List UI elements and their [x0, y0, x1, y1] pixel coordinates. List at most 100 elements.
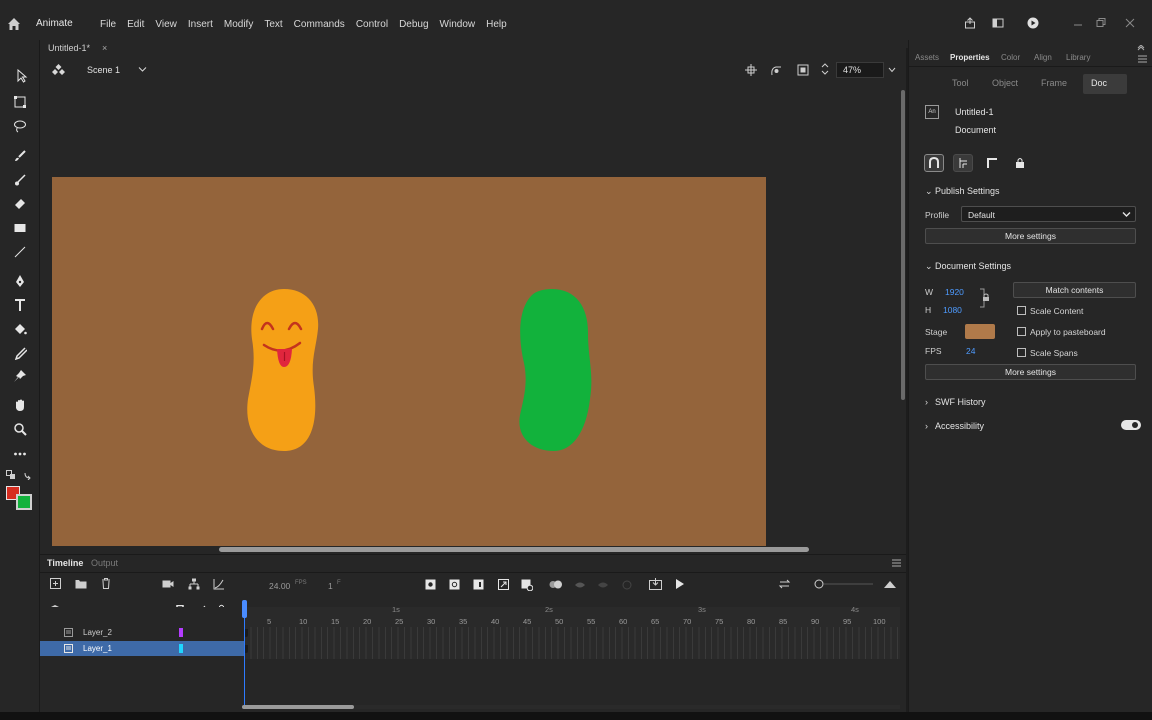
- subtab-tool[interactable]: Tool: [952, 78, 969, 88]
- snap-to-grid-icon[interactable]: [982, 154, 1002, 172]
- paint-bucket-icon[interactable]: [12, 321, 28, 337]
- tab-color[interactable]: Color: [1001, 53, 1020, 62]
- auto-keyframe-icon[interactable]: [498, 579, 509, 590]
- stage-color-swatch[interactable]: [965, 324, 995, 339]
- brush-icon[interactable]: [12, 172, 28, 188]
- panel-menu-icon[interactable]: [1138, 55, 1147, 63]
- collapse-panel-icon[interactable]: [1137, 45, 1145, 51]
- swap-colors-icon[interactable]: [23, 470, 33, 480]
- share-icon[interactable]: [964, 17, 976, 29]
- default-colors-icon[interactable]: [6, 470, 16, 480]
- document-settings-header[interactable]: ⌄ Document Settings: [925, 261, 1011, 272]
- center-frame-icon[interactable]: [778, 578, 791, 590]
- close-tab-icon[interactable]: ×: [102, 43, 107, 53]
- subtab-object[interactable]: Object: [992, 78, 1018, 88]
- menu-file[interactable]: File: [100, 19, 116, 30]
- eyedropper-icon[interactable]: [12, 345, 28, 361]
- hand-tool-icon[interactable]: [12, 397, 28, 413]
- tab-properties[interactable]: Properties: [950, 53, 990, 62]
- scale-spans-checkbox[interactable]: [1017, 348, 1026, 357]
- tab-assets[interactable]: Assets: [915, 53, 939, 62]
- layer-name[interactable]: Layer_2: [83, 628, 112, 637]
- easing-icon[interactable]: [213, 578, 225, 590]
- insert-tween-icon[interactable]: [521, 579, 533, 591]
- lock-guides-icon[interactable]: [1010, 154, 1030, 172]
- scale-content-checkbox[interactable]: [1017, 306, 1026, 315]
- document-more-settings-button[interactable]: More settings: [925, 364, 1136, 380]
- camera-icon[interactable]: [162, 579, 174, 589]
- home-icon[interactable]: [6, 16, 22, 32]
- snap-to-pixels-icon[interactable]: [953, 154, 973, 172]
- match-contents-button[interactable]: Match contents: [1013, 282, 1136, 298]
- center-stage-icon[interactable]: [745, 64, 757, 76]
- publish-settings-header[interactable]: ⌄ Publish Settings: [925, 186, 1000, 197]
- frame-cells[interactable]: [244, 627, 900, 659]
- fill-color-swatch[interactable]: [16, 494, 32, 510]
- width-value[interactable]: 1920: [945, 287, 964, 297]
- timeline-menu-icon[interactable]: [892, 559, 901, 567]
- new-folder-icon[interactable]: [75, 578, 87, 589]
- subtab-frame[interactable]: Frame: [1041, 78, 1067, 88]
- scene-label[interactable]: Scene 1: [87, 65, 120, 75]
- vertical-scroll-thumb[interactable]: [901, 90, 905, 400]
- tab-untitled-1[interactable]: Untitled-1*: [48, 43, 90, 53]
- tab-timeline[interactable]: Timeline: [47, 558, 83, 568]
- swf-history-header[interactable]: › SWF History: [925, 397, 986, 407]
- paint-brush-icon[interactable]: [12, 148, 28, 164]
- close-icon[interactable]: [1124, 17, 1136, 29]
- workspace-icon[interactable]: [992, 17, 1004, 29]
- eraser-icon[interactable]: [12, 195, 28, 211]
- menu-modify[interactable]: Modify: [224, 19, 253, 30]
- free-transform-icon[interactable]: [12, 94, 28, 110]
- menu-control[interactable]: Control: [356, 19, 388, 30]
- horizontal-scroll-thumb[interactable]: [219, 547, 809, 552]
- menu-text[interactable]: Text: [264, 19, 282, 30]
- subtab-doc[interactable]: Doc: [1091, 78, 1107, 88]
- pen-tool-icon[interactable]: [12, 273, 28, 289]
- menu-window[interactable]: Window: [440, 19, 476, 30]
- zoom-slider[interactable]: [813, 578, 879, 590]
- layer-name[interactable]: Layer_1: [83, 644, 112, 653]
- snap-to-objects-icon[interactable]: [924, 154, 944, 172]
- frames-grid[interactable]: 1s 2s 3s 4s 5 10 15 20 25 30 35 40 45 50…: [244, 605, 900, 659]
- clip-canvas-icon[interactable]: [797, 64, 809, 76]
- fps-value[interactable]: 24: [966, 346, 975, 356]
- zoom-stepper-icon[interactable]: [821, 61, 829, 77]
- text-tool-icon[interactable]: [12, 297, 28, 313]
- menu-debug[interactable]: Debug: [399, 19, 428, 30]
- line-tool-icon[interactable]: [12, 244, 28, 260]
- restore-icon[interactable]: [1095, 17, 1107, 29]
- menu-edit[interactable]: Edit: [127, 19, 144, 30]
- pin-tool-icon[interactable]: [12, 368, 28, 384]
- zoom-tool-icon[interactable]: [12, 421, 28, 437]
- minimize-icon[interactable]: [1072, 17, 1084, 29]
- fps-readout[interactable]: 24.00: [269, 581, 290, 591]
- stage[interactable]: [52, 177, 766, 546]
- lasso-icon[interactable]: [12, 118, 28, 134]
- layer-row-layer-1[interactable]: Layer_1: [40, 641, 244, 656]
- zoom-dropdown-icon[interactable]: [888, 67, 896, 73]
- resize-frames-icon[interactable]: [883, 579, 897, 589]
- menu-commands[interactable]: Commands: [294, 19, 345, 30]
- zoom-input[interactable]: 47%: [836, 62, 884, 78]
- publish-more-settings-button[interactable]: More settings: [925, 228, 1136, 244]
- new-layer-icon[interactable]: [50, 578, 61, 589]
- apply-to-pasteboard-checkbox[interactable]: [1017, 327, 1026, 336]
- delete-layer-icon[interactable]: [101, 578, 111, 589]
- link-dimensions-icon[interactable]: [979, 287, 991, 309]
- height-value[interactable]: 1080: [943, 305, 962, 315]
- insert-keyframe-icon[interactable]: [425, 579, 436, 590]
- profile-select[interactable]: Default: [961, 206, 1136, 222]
- go-to-first-frame-icon[interactable]: [649, 578, 662, 590]
- insert-frame-icon[interactable]: [473, 579, 484, 590]
- onion-skin-icon[interactable]: [549, 579, 563, 590]
- scene-dropdown-icon[interactable]: [138, 66, 147, 73]
- layer-parenting-icon[interactable]: [188, 578, 200, 590]
- more-tools-icon[interactable]: [12, 446, 28, 462]
- rotation-tool-icon[interactable]: [770, 64, 783, 76]
- menu-insert[interactable]: Insert: [188, 19, 213, 30]
- insert-blank-keyframe-icon[interactable]: [449, 579, 460, 590]
- tab-output[interactable]: Output: [91, 558, 118, 568]
- timeline-scroll-thumb[interactable]: [242, 705, 354, 709]
- frame-readout[interactable]: 1: [328, 581, 333, 591]
